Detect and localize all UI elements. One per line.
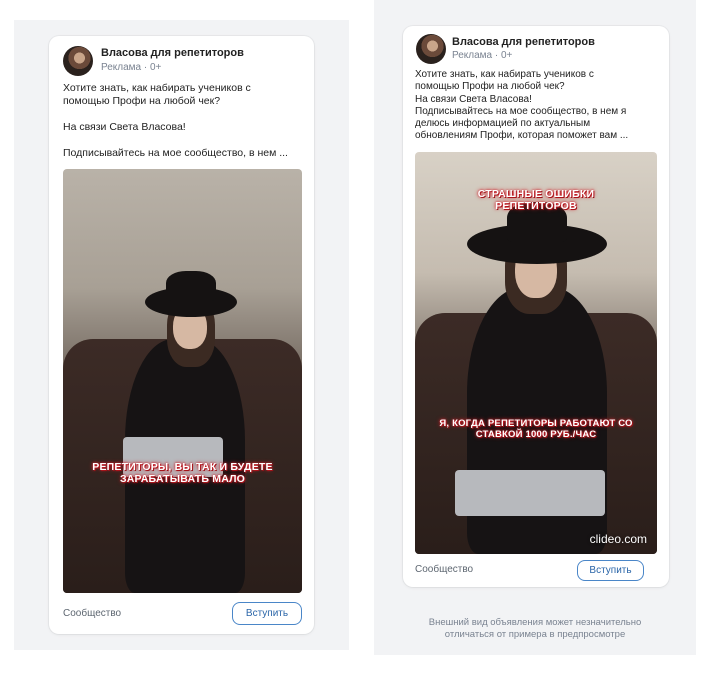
person-figure [63, 169, 302, 593]
watermark: clideo.com [589, 532, 647, 546]
person-figure [415, 152, 657, 554]
caption-line: РЕПЕТИТОРЫ, ВЫ ТАК И БУДЕТЕ [92, 461, 273, 473]
ad-text-line [63, 108, 288, 121]
ad-text-line: Хотите знать, как набирать учеников с [415, 69, 594, 80]
ad-video[interactable]: РЕПЕТИТОРЫ, ВЫ ТАК И БУДЕТЕ ЗАРАБАТЫВАТЬ… [63, 169, 302, 593]
ad-text: Хотите знать, как набирать учеников с по… [63, 82, 288, 160]
right-preview-panel: Власова для репетиторов Реклама · 0+ Хот… [374, 0, 696, 655]
community-label: Сообщество [63, 608, 122, 619]
ad-text-line: На связи Света Власова! [63, 121, 186, 133]
video-caption: РЕПЕТИТОРЫ, ВЫ ТАК И БУДЕТЕ ЗАРАБАТЫВАТЬ… [63, 461, 302, 485]
author-avatar[interactable] [63, 46, 93, 76]
ad-text-line: делюсь информацией по актуальным [415, 118, 591, 130]
ad-text-line[interactable]: обновлениям Профи, которая поможет вам .… [415, 130, 628, 142]
preview-disclaimer: Внешний вид объявления может незначитель… [374, 617, 696, 640]
author-avatar[interactable] [416, 34, 446, 64]
caption-line: Я, КОГДА РЕПЕТИТОРЫ РАБОТАЮТ СО [439, 418, 633, 429]
ad-video[interactable]: СТРАШНЫЕ ОШИБКИ РЕПЕТИТОРОВ Я, КОГДА РЕП… [415, 152, 657, 554]
join-button[interactable]: Вступить [577, 560, 644, 581]
disclaimer-line: отличаться от примера в предпросмотре [444, 628, 626, 640]
ad-card-compact: Власова для репетиторов Реклама · 0+ Хот… [49, 36, 314, 634]
ad-label: Реклама · 0+ [452, 50, 513, 61]
left-preview-panel: Власова для репетиторов Реклама · 0+ Хот… [14, 20, 349, 650]
video-top-caption: СТРАШНЫЕ ОШИБКИ РЕПЕТИТОРОВ [415, 188, 657, 212]
video-frame: РЕПЕТИТОРЫ, ВЫ ТАК И БУДЕТЕ ЗАРАБАТЫВАТЬ… [63, 169, 302, 593]
disclaimer-line: Внешний вид объявления может незначитель… [428, 617, 642, 628]
ad-text-line: Подписывайтесь на мое сообщество, в нем … [415, 105, 627, 117]
community-label: Сообщество [415, 564, 474, 575]
caption-line: РЕПЕТИТОРОВ [495, 200, 577, 212]
hat-crown [166, 271, 216, 301]
ad-label: Реклама · 0+ [101, 62, 162, 73]
video-frame: СТРАШНЫЕ ОШИБКИ РЕПЕТИТОРОВ Я, КОГДА РЕП… [415, 152, 657, 554]
video-caption: Я, КОГДА РЕПЕТИТОРЫ РАБОТАЮТ СО СТАВКОЙ … [415, 418, 657, 440]
ad-text-line: помощью Профи на любой чек? [63, 95, 221, 107]
author-name[interactable]: Власова для репетиторов [101, 47, 244, 59]
ad-text-line: На связи Света Власова! [415, 93, 532, 105]
ad-text-line: Хотите знать, как набирать учеников с [63, 82, 251, 94]
ad-card-expanded: Власова для репетиторов Реклама · 0+ Хот… [403, 26, 669, 587]
ad-text-line[interactable]: Подписывайтесь на мое сообщество, в нем … [63, 147, 288, 160]
author-name[interactable]: Власова для репетиторов [452, 36, 595, 48]
join-button[interactable]: Вступить [232, 602, 302, 625]
caption-line: СТАВКОЙ 1000 РУБ./ЧАС [475, 429, 597, 440]
ad-text-line [63, 134, 288, 147]
ad-text: Хотите знать, как набирать учеников с по… [415, 69, 628, 143]
caption-line: СТРАШНЫЕ ОШИБКИ [477, 188, 595, 200]
caption-line: ЗАРАБАТЫВАТЬ МАЛО [119, 473, 246, 485]
laptop [455, 470, 605, 516]
ad-text-line: помощью Профи на любой чек? [415, 81, 565, 93]
